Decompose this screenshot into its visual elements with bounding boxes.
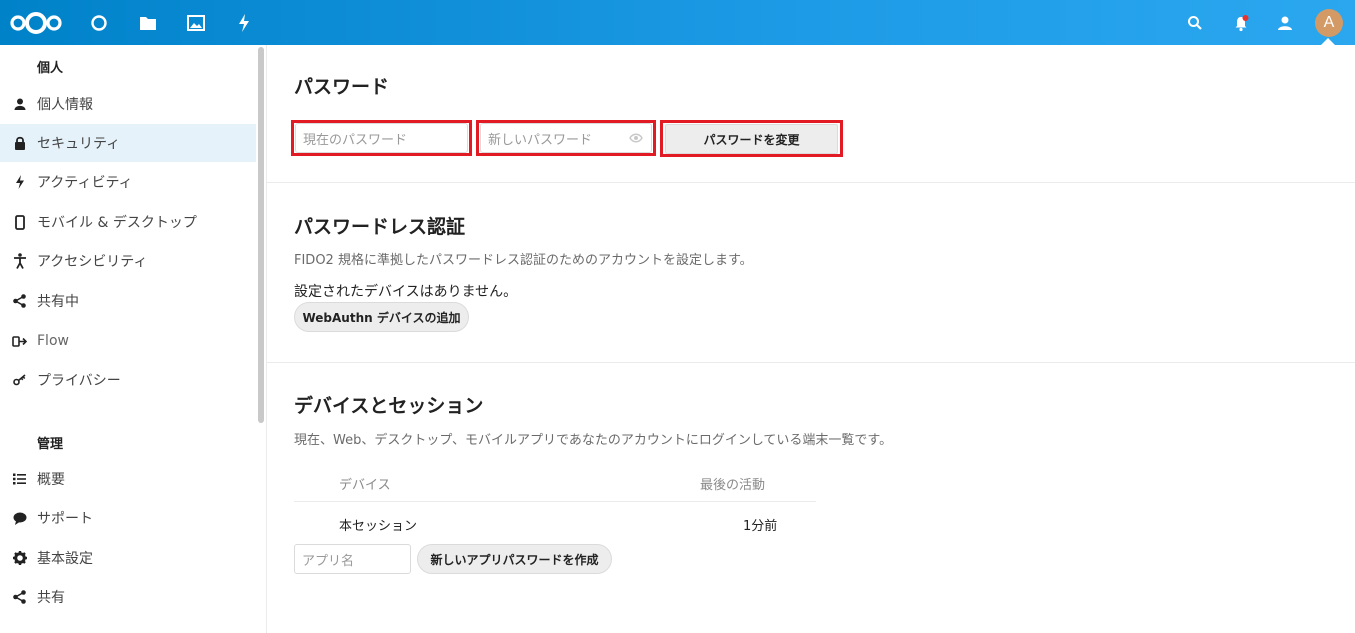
- app-name-placeholder: アプリ名: [302, 553, 355, 569]
- sidebar-item-basic-settings[interactable]: 基本設定: [0, 539, 256, 577]
- sidebar-caption-admin: 管理: [37, 437, 64, 452]
- current-password-field[interactable]: 現在のパスワード: [295, 123, 468, 153]
- sidebar-item-flow[interactable]: Flow: [0, 322, 256, 360]
- speech-icon: [0, 512, 37, 525]
- section-divider: [267, 182, 1355, 183]
- activity-icon: [0, 175, 37, 189]
- add-webauthn-device-button[interactable]: WebAuthn デバイスの追加: [294, 302, 469, 332]
- column-header-last-activity: 最後の活動: [700, 478, 766, 493]
- flow-icon: [0, 335, 37, 347]
- session-device-name: 本セッション: [339, 519, 418, 534]
- lock-icon: [0, 136, 37, 150]
- contacts-icon[interactable]: [1270, 0, 1300, 45]
- top-header: A: [0, 0, 1355, 45]
- table-header-divider: [294, 501, 816, 502]
- menu-caret: [1321, 38, 1335, 45]
- key-icon: [0, 374, 37, 386]
- sidebar-item-privacy[interactable]: プライバシー: [0, 361, 256, 399]
- accessibility-icon: [0, 253, 37, 269]
- sidebar-caption-personal: 個人: [37, 61, 64, 76]
- sidebar-item-overview[interactable]: 概要: [0, 460, 256, 498]
- section-divider: [267, 362, 1355, 363]
- create-app-password-button[interactable]: 新しいアプリパスワードを作成: [417, 544, 612, 574]
- phone-icon: [0, 214, 37, 230]
- share-icon: [0, 590, 37, 604]
- sidebar-item-activity[interactable]: アクティビティ: [0, 163, 256, 201]
- passwordless-description: FIDO2 規格に準拠したパスワードレス認証のためのアカウントを設定します。: [294, 253, 753, 268]
- sidebar-item-support[interactable]: サポート: [0, 499, 256, 537]
- change-password-button[interactable]: パスワードを変更: [665, 124, 838, 154]
- session-last-activity: 1分前: [743, 519, 778, 534]
- activity-bolt-icon[interactable]: [229, 0, 259, 45]
- sidebar-item-label: セキュリティ: [37, 136, 121, 152]
- notifications-bell-icon[interactable]: [1226, 0, 1256, 45]
- sidebar-item-label: サポート: [37, 511, 93, 527]
- new-password-placeholder: 新しいパスワード: [488, 132, 593, 148]
- list-icon: [0, 473, 37, 485]
- current-password-placeholder: 現在のパスワード: [303, 132, 408, 148]
- sessions-section-title: デバイスとセッション: [294, 395, 484, 417]
- avatar-letter: A: [1315, 8, 1343, 37]
- sidebar-item-label: アクティビティ: [37, 175, 133, 191]
- sidebar-item-label: 共有: [37, 590, 65, 606]
- password-section-title: パスワード: [294, 76, 390, 98]
- passwordless-section-title: パスワードレス認証: [294, 216, 466, 238]
- sidebar-item-label: 基本設定: [37, 551, 93, 567]
- app-name-input[interactable]: アプリ名: [294, 544, 411, 574]
- no-devices-text: 設定されたデバイスはありません。: [294, 284, 518, 300]
- column-header-device: デバイス: [339, 478, 391, 493]
- user-icon: [0, 98, 37, 110]
- share-icon: [0, 294, 37, 308]
- sidebar-item-share-admin[interactable]: 共有: [0, 578, 256, 616]
- photos-icon[interactable]: [181, 0, 211, 45]
- dashboard-icon[interactable]: [84, 0, 114, 45]
- files-folder-icon[interactable]: [133, 0, 163, 45]
- sidebar-item-accessibility[interactable]: アクセシビリティ: [0, 242, 256, 280]
- sidebar-item-label: アクセシビリティ: [37, 254, 148, 270]
- show-password-eye-icon[interactable]: [629, 132, 643, 147]
- sidebar-item-mobile-desktop[interactable]: モバイル & デスクトップ: [0, 203, 256, 241]
- main-content: パスワード 現在のパスワード 新しいパスワード パスワードを変更 パスワードレス…: [267, 45, 1355, 633]
- sidebar-item-label: 個人情報: [37, 97, 93, 113]
- sidebar-scrollbar[interactable]: [258, 47, 264, 423]
- new-password-field[interactable]: 新しいパスワード: [480, 123, 652, 153]
- search-icon[interactable]: [1180, 0, 1210, 45]
- sidebar-item-label: 概要: [37, 472, 65, 488]
- sidebar-item-security[interactable]: セキュリティ: [0, 124, 256, 162]
- sessions-description: 現在、Web、デスクトップ、モバイルアプリであなたのアカウントにログインしている…: [294, 433, 893, 448]
- sidebar-item-sharing[interactable]: 共有中: [0, 282, 256, 320]
- sidebar-item-label: プライバシー: [37, 373, 121, 389]
- sidebar-item-label: 共有中: [37, 294, 79, 310]
- sidebar-item-label: モバイル & デスクトップ: [37, 215, 197, 231]
- sidebar-item-label: Flow: [37, 333, 69, 349]
- gear-icon: [0, 551, 37, 565]
- sidebar-item-personal-info[interactable]: 個人情報: [0, 85, 256, 123]
- settings-sidebar: 個人 個人情報 セキュリティ アクティビティ モバイル & デスクトップ アクセ…: [0, 45, 267, 633]
- nextcloud-logo-icon[interactable]: [8, 0, 64, 45]
